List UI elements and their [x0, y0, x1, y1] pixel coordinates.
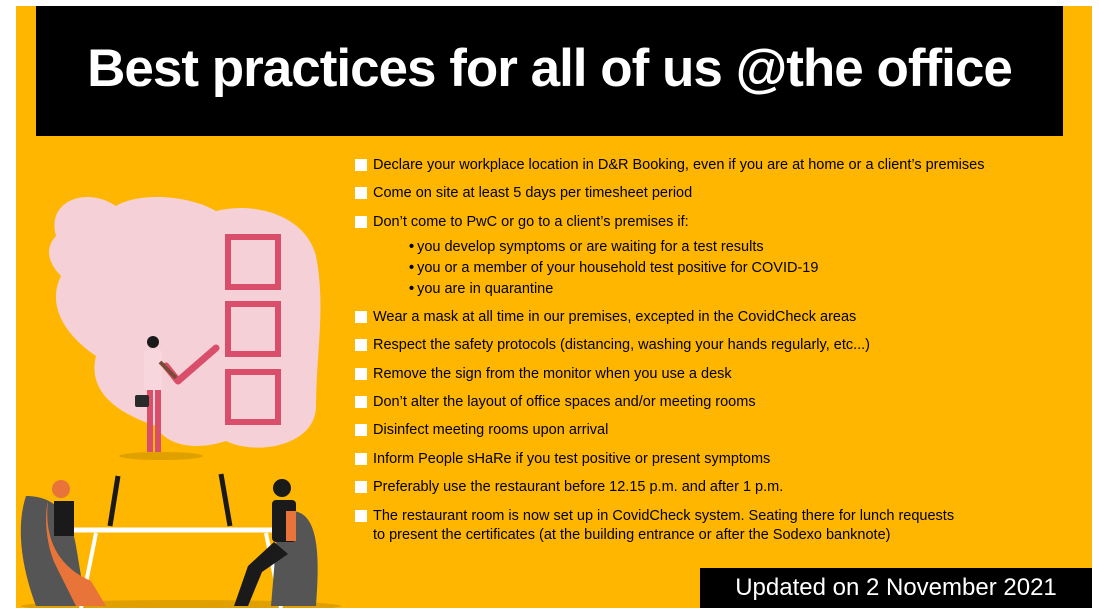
- list-item: Come on site at least 5 days per timeshe…: [355, 184, 1055, 203]
- checkbox-icon[interactable]: [355, 481, 367, 493]
- list-item-label: Don’t come to PwC or go to a client’s pr…: [373, 214, 689, 230]
- list-item: Preferably use the restaurant before 12.…: [355, 478, 1055, 497]
- list-item-label: Don’t alter the layout of office spaces …: [373, 394, 756, 410]
- list-item: Respect the safety protocols (distancing…: [355, 336, 1055, 355]
- sub-list-item: • you are in quarantine: [409, 280, 553, 299]
- bullet-icon: •: [409, 281, 415, 297]
- checkbox-icon[interactable]: [355, 159, 367, 171]
- checkbox-icon[interactable]: [355, 368, 367, 380]
- list-item-label: Wear a mask at all time in our premises,…: [373, 309, 857, 325]
- slide: Best practices for all of us @the office: [16, 6, 1092, 608]
- bullet-icon: •: [409, 239, 415, 255]
- list-item-label: Preferably use the restaurant before 12.…: [373, 479, 784, 495]
- list-item: Don’t alter the layout of office spaces …: [355, 393, 1055, 412]
- sub-list-item: • you develop symptoms or are waiting for…: [409, 238, 764, 257]
- sub-item-label: you develop symptoms or are waiting for …: [417, 239, 764, 255]
- list-item: Disinfect meeting rooms upon arrival: [355, 421, 1055, 440]
- list-item: Remove the sign from the monitor when yo…: [355, 365, 1055, 384]
- sub-item-label: you or a member of your household test p…: [417, 260, 819, 276]
- checkbox-icon[interactable]: [355, 510, 367, 522]
- sub-list-item: • you or a member of your household test …: [409, 259, 818, 278]
- checkbox-icon[interactable]: [355, 453, 367, 465]
- checkbox-icon[interactable]: [355, 396, 367, 408]
- list-item-text: The restaurant room is now set up in Cov…: [373, 507, 954, 545]
- updated-badge: Updated on 2 November 2021: [700, 568, 1092, 608]
- list-item-label: Declare your workplace location in D&R B…: [373, 157, 985, 173]
- sub-item-label: you are in quarantine: [417, 281, 554, 297]
- list-item-label: Disinfect meeting rooms upon arrival: [373, 422, 609, 438]
- checkbox-icon[interactable]: [355, 311, 367, 323]
- checkbox-icon[interactable]: [355, 424, 367, 436]
- checkbox-icon[interactable]: [355, 339, 367, 351]
- list-item-label: Respect the safety protocols (distancing…: [373, 337, 871, 353]
- list-item-label: Inform People sHaRe if you test positive…: [373, 451, 771, 467]
- bullet-icon: •: [409, 260, 415, 276]
- checkbox-icon[interactable]: [355, 216, 367, 228]
- list-item: Wear a mask at all time in our premises,…: [355, 308, 1055, 327]
- list-item: Inform People sHaRe if you test positive…: [355, 450, 1055, 469]
- checkbox-icon[interactable]: [355, 187, 367, 199]
- list-item: Don’t come to PwC or go to a client’s pr…: [355, 213, 1055, 232]
- list-item-label: The restaurant room is now set up in Cov…: [373, 508, 955, 524]
- list-item-label-line2: to present the certificates (at the buil…: [373, 527, 891, 543]
- list-item-label: Remove the sign from the monitor when yo…: [373, 366, 732, 382]
- list-item: The restaurant room is now set up in Cov…: [355, 507, 1055, 545]
- office-illustration: [20, 196, 341, 608]
- list-item: Declare your workplace location in D&R B…: [355, 156, 1055, 175]
- list-item-label: Come on site at least 5 days per timeshe…: [373, 185, 693, 201]
